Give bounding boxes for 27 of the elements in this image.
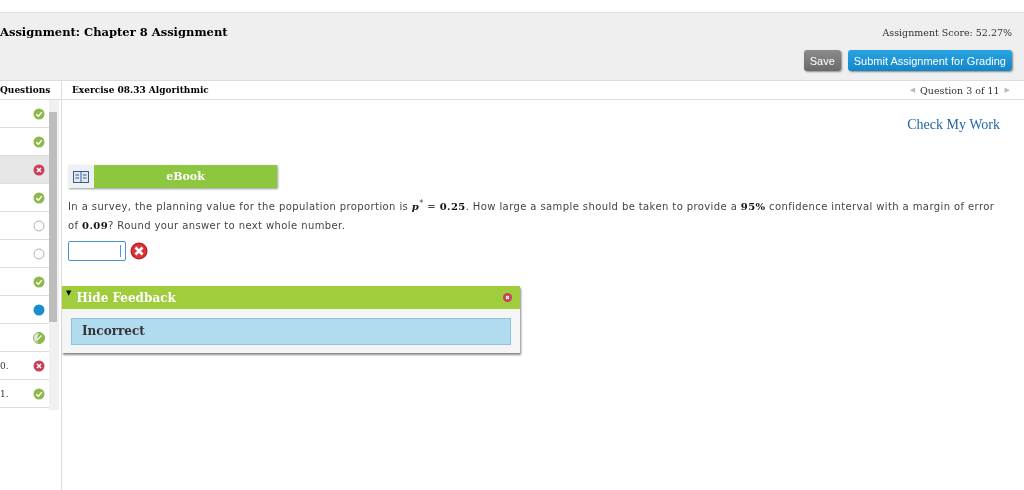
check-icon <box>33 387 45 400</box>
check-my-work-link[interactable]: Check My Work <box>907 117 1000 133</box>
feedback-title: Hide Feedback <box>76 290 177 305</box>
empty-circle-icon <box>33 219 45 232</box>
question-counter: Question 3 of 11 <box>920 84 1000 96</box>
feedback-message: Incorrect <box>71 318 511 346</box>
question-text: In a survey, the planning value for the population proportion is p$^{*}$ = 0.25. How large a sample should be taken to provide a 95% confidence interval with a margin of error of 0.09? Round your answer to next whole number. <box>68 197 996 234</box>
answer-field[interactable] <box>68 241 126 262</box>
check-icon <box>33 107 45 120</box>
x-icon <box>33 359 45 372</box>
check-icon <box>33 191 45 204</box>
close-icon[interactable] <box>503 293 512 303</box>
check-icon <box>33 275 45 288</box>
save-button[interactable]: Save <box>803 50 841 71</box>
book-icon <box>73 170 89 183</box>
question-item[interactable] <box>0 156 49 184</box>
submit-button[interactable]: Submit Assignment for Grading <box>847 50 1012 71</box>
assignment-title: Assignment: Chapter 8 Assignment <box>0 24 228 41</box>
x-icon <box>130 242 148 261</box>
x-icon <box>33 163 45 176</box>
scrollbar[interactable] <box>49 100 59 410</box>
check-icon <box>33 135 45 148</box>
exercise-title: Exercise 08.33 Algorithmic <box>72 85 209 95</box>
dot-icon <box>33 303 45 316</box>
half-check-icon <box>33 331 45 344</box>
assignment-score: Assignment Score: 52.27% <box>882 27 1012 38</box>
empty-circle-icon <box>33 247 45 260</box>
